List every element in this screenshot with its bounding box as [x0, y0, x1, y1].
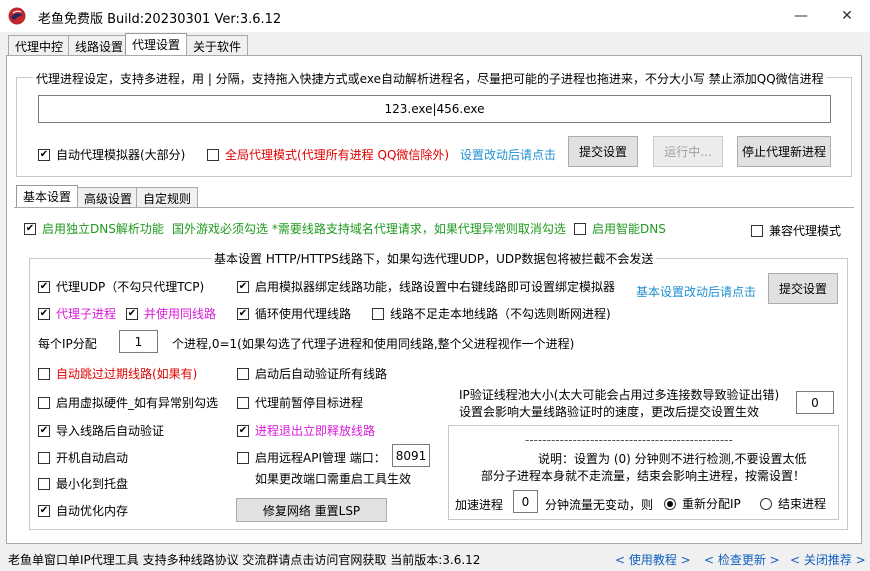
subtab-basic[interactable]: 基本设置 — [16, 185, 79, 208]
port-input[interactable]: 8091 — [392, 444, 430, 467]
import-verify-checkbox[interactable]: ✔ 导入线路后自动验证 — [38, 422, 164, 439]
accelerate-desc-1: 说明：设置为 (0) 分钟则不进行检测,不要设置太低 — [538, 452, 807, 466]
sim-bind-checkbox[interactable]: ✔ 启用模拟器绑定线路功能，线路设置中右键线路即可设置绑定模拟器 — [237, 278, 615, 295]
ip-per-input[interactable]: 1 — [119, 330, 158, 353]
minimize-button[interactable]: — — [778, 0, 824, 32]
loop-lines-checkbox[interactable]: ✔ 循环使用代理线路 — [237, 305, 351, 322]
proxy-udp-checkbox[interactable]: ✔ 代理UDP（不勾只代理TCP) — [38, 278, 204, 295]
smart-dns-checkbox[interactable]: 启用智能DNS — [574, 220, 666, 237]
radio-icon — [760, 497, 772, 510]
release-on-exit-checkbox[interactable]: ✔ 进程退出立即释放线路 — [237, 422, 375, 439]
check-icon: ✔ — [126, 307, 138, 320]
accelerate-desc-2: 部分子进程本身就不走流量，结束会影响主进程，按需设置！ — [481, 469, 806, 483]
check-icon: ✔ — [237, 424, 249, 437]
no-disconnect-checkbox[interactable]: 线路不足走本地线路（不勾选则断网进程) — [372, 305, 611, 322]
check-icon: ✔ — [237, 307, 249, 320]
tab-proxy-control[interactable]: 代理中控 — [8, 35, 71, 55]
basic-hint-text: 基本设置改动后请点击 — [636, 285, 757, 299]
check-icon: ✔ — [38, 424, 50, 437]
app-logo-icon — [8, 7, 26, 25]
pool-label-2: 设置会影响大量线路验证时的速度，更改后提交设置生效 — [459, 405, 760, 419]
tab-about[interactable]: 关于软件 — [186, 35, 249, 55]
check-icon: ✔ — [38, 307, 50, 320]
subtab-advanced[interactable]: 高级设置 — [77, 187, 140, 207]
window-title: 老鱼免费版 Build:20230301 Ver:3.6.12 — [38, 12, 282, 27]
pool-label: IP验证线程池大小(太大可能会占用过多连接数导致验证出错) — [459, 388, 780, 402]
optimize-memory-checkbox[interactable]: ✔ 自动优化内存 — [38, 502, 128, 519]
end-process-radio[interactable]: 结束进程 — [760, 495, 826, 512]
basic-group-legend: 基本设置 HTTP/HTTPS线路下，如果勾选代理UDP，UDP数据包将被拦截不… — [211, 250, 657, 267]
process-group-legend: 代理进程设定，支持多进程，用 | 分隔，支持拖入快捷方式或exe自动解析进程名，… — [33, 70, 827, 87]
accelerate-divider: ----------------------------------------… — [525, 433, 733, 447]
tab-proxy-settings[interactable]: 代理设置 — [125, 33, 188, 56]
check-update-link[interactable]: < 检查更新 > — [704, 551, 780, 568]
auto-simulator-checkbox[interactable]: ✔ 自动代理模拟器(大部分) — [38, 146, 185, 163]
same-line-checkbox[interactable]: ✔ 并使用同线路 — [126, 305, 216, 322]
skip-expired-checkbox[interactable]: 自动跳过过期线路(如果有) — [38, 365, 197, 382]
check-icon: ✔ — [38, 504, 50, 517]
ip-per-label: 每个IP分配 — [38, 337, 97, 351]
port-note: 如果更改端口需重启工具生效 — [255, 472, 412, 486]
reassign-ip-radio[interactable]: 重新分配IP — [664, 495, 741, 512]
global-mode-checkbox[interactable]: 全局代理模式(代理所有进程 QQ微信除外) — [207, 146, 449, 163]
accelerate-mid-text: 分钟流量无变动，则 — [545, 498, 654, 512]
tab-line-settings[interactable]: 线路设置 — [68, 35, 131, 55]
subtab-custom-rules[interactable]: 自定规则 — [136, 187, 199, 207]
close-recommend-link[interactable]: < 关闭推荐 > — [790, 551, 866, 568]
process-input[interactable]: 123.exe|456.exe — [38, 95, 831, 123]
minimize-tray-checkbox[interactable]: 最小化到托盘 — [38, 475, 128, 492]
check-icon: ✔ — [38, 148, 50, 161]
tutorial-link[interactable]: < 使用教程 > — [615, 551, 691, 568]
autostart-checkbox[interactable]: 开机自动启动 — [38, 449, 128, 466]
submit-settings-button[interactable]: 提交设置 — [568, 136, 638, 167]
title-bar: 老鱼免费版 Build:20230301 Ver:3.6.12 — ✕ — [0, 0, 870, 32]
check-icon: ✔ — [38, 280, 50, 293]
stop-new-process-button[interactable]: 停止代理新进程 — [737, 136, 831, 167]
status-text: 老鱼单窗口单IP代理工具 支持多种线路协议 交流群请点击访问官网获取 当前版本:… — [8, 553, 481, 567]
pause-target-checkbox[interactable]: 代理前暂停目标进程 — [237, 394, 363, 411]
running-button[interactable]: 运行中... — [653, 136, 723, 167]
check-icon: ✔ — [237, 280, 249, 293]
subtab-divider — [14, 207, 854, 208]
accelerate-minutes-input[interactable]: 0 — [513, 490, 538, 513]
remote-api-checkbox[interactable]: 启用远程API管理 端口： — [237, 449, 386, 466]
repair-network-button[interactable]: 修复网络 重置LSP — [236, 498, 387, 522]
basic-submit-button[interactable]: 提交设置 — [768, 273, 838, 304]
check-icon: ✔ — [24, 222, 36, 235]
pool-size-input[interactable]: 0 — [796, 391, 834, 414]
compat-mode-checkbox[interactable]: 兼容代理模式 — [751, 222, 841, 239]
accelerate-label: 加速进程 — [455, 498, 504, 512]
proc-hint-text: 设置改动后请点击 — [460, 148, 557, 162]
close-button[interactable]: ✕ — [824, 0, 870, 32]
verify-on-start-checkbox[interactable]: 启动后自动验证所有线路 — [237, 365, 387, 382]
child-process-checkbox[interactable]: ✔ 代理子进程 — [38, 305, 116, 322]
ip-per-note: 个进程,0=1(如果勾选了代理子进程和使用同线路,整个父进程视作一个进程) — [172, 337, 575, 351]
dns-enable-checkbox[interactable]: ✔ 启用独立DNS解析功能 — [24, 220, 164, 237]
dns-note: 国外游戏必须勾选 *需要线路支持域名代理请求，如果代理异常则取消勾选 — [172, 222, 566, 236]
virtual-hardware-checkbox[interactable]: 启用虚拟硬件_如有异常别勾选 — [38, 394, 218, 411]
radio-selected-icon — [664, 497, 676, 510]
